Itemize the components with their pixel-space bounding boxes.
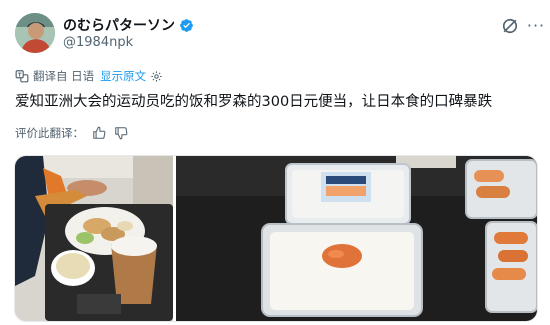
tweet-media[interactable] xyxy=(14,155,538,322)
photo-athlete-meal[interactable] xyxy=(15,156,173,321)
author-display-name[interactable]: のむらパターソン xyxy=(63,15,175,35)
thumbs-up-icon[interactable] xyxy=(92,126,106,140)
grok-icon[interactable] xyxy=(500,16,520,36)
tweet-text: 爱知亚洲大会的运动员吃的饭和罗森的300日元便当，让日本食的口碑暴跌 xyxy=(15,94,493,110)
gear-icon[interactable] xyxy=(150,70,163,83)
more-icon[interactable]: ··· xyxy=(527,13,545,37)
translated-from-label: 翻译自 日语 xyxy=(33,69,95,83)
thumbs-down-icon[interactable] xyxy=(114,126,128,140)
author-handle[interactable]: @1984npk xyxy=(63,35,133,50)
rate-translation-label: 评价此翻译： xyxy=(15,126,84,140)
translation-bar: 翻译自 日语 显示原文 xyxy=(15,67,163,85)
show-original-link[interactable]: 显示原文 xyxy=(100,68,146,84)
author-name-row[interactable]: のむらパターソン xyxy=(63,15,194,35)
avatar[interactable] xyxy=(15,13,55,53)
photo-lawson-bento[interactable] xyxy=(176,156,537,321)
verified-badge-icon xyxy=(180,18,193,32)
translate-icon xyxy=(15,70,29,83)
rate-translation-bar: 评价此翻译： xyxy=(15,124,128,142)
